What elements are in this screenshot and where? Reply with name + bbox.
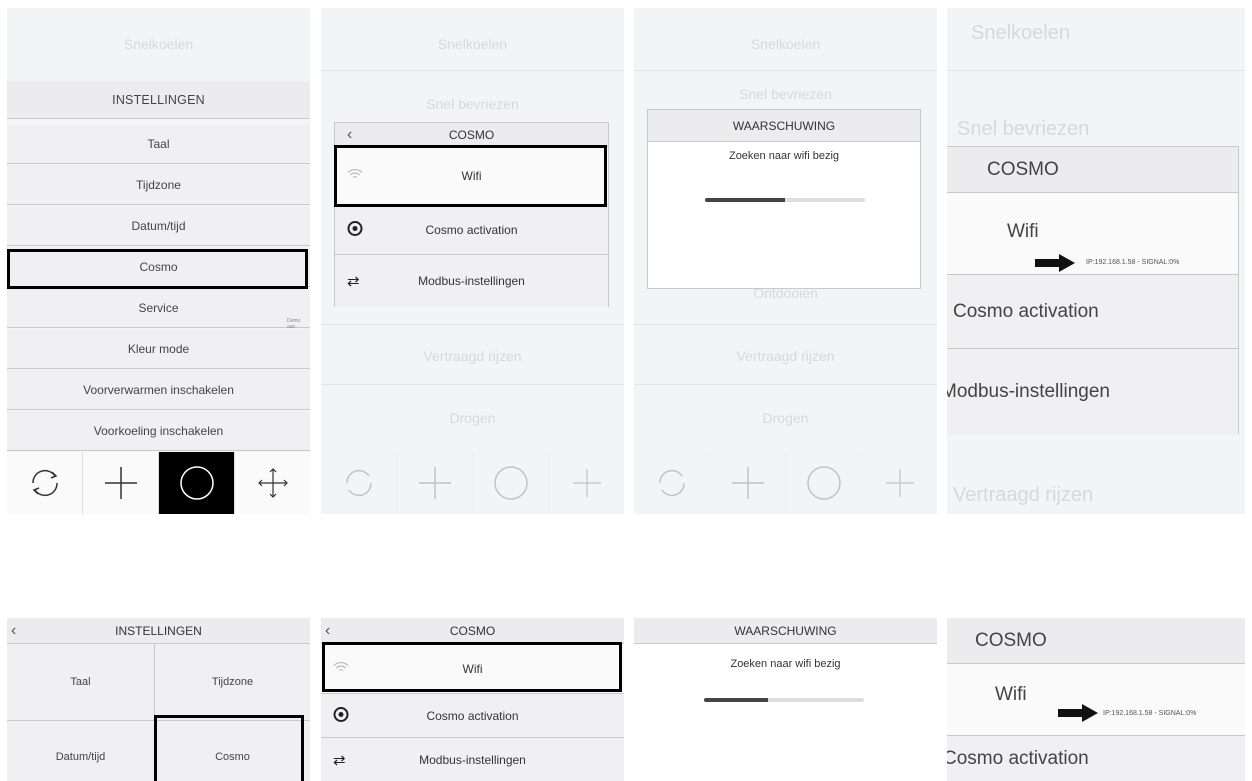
arrow-right-icon [1058, 704, 1098, 722]
warning-dialog: WAARSCHUWING Zoeken naar wifi bezig [647, 109, 921, 289]
panel-wifi-search-closeup: WAARSCHUWING Zoeken naar wifi bezig [634, 618, 937, 781]
plus-icon [397, 452, 473, 514]
modbus-label-zoomed: Modbus-instellingen [947, 381, 1110, 402]
faded-item: Snelkoelen [437, 36, 508, 52]
plus-icon [710, 452, 786, 514]
progress-fill [705, 198, 785, 202]
panel-settings-menu: Snelkoelen INSTELLINGEN Taal Tijdzone Da… [7, 8, 310, 514]
grid-cell-taal[interactable]: Taal [7, 644, 155, 721]
circle-icon[interactable] [159, 452, 235, 514]
cosmo-dialog-header: ‹ COSMO [335, 123, 608, 147]
panel-settings-grid: ‹ INSTELLINGEN Taal Tijdzone Datum/tijd … [7, 618, 310, 781]
panel-cosmo-zoomed-closeup: COSMO Wifi Cosmo activation IP:192.168.1… [947, 618, 1245, 781]
modbus-item[interactable]: ⇄ Modbus-instellingen [335, 255, 608, 307]
wifi-label-zoomed: Wifi [995, 684, 1027, 705]
settings-grid-title: INSTELLINGEN [115, 623, 202, 638]
cosmo-dialog-zoomed: COSMO Wifi Cosmo activation Modbus-inste… [947, 146, 1239, 435]
back-chevron-icon[interactable]: ‹ [347, 126, 352, 144]
progress-bar [705, 198, 865, 202]
progress-fill [704, 698, 768, 702]
refresh-icon [634, 452, 710, 514]
move-icon [862, 452, 937, 514]
grid-cell-tijdzone[interactable]: Tijdzone [155, 644, 310, 721]
circle-icon [786, 452, 862, 514]
menu-item-voorkoeling[interactable]: Voorkoeling inschakelen [7, 411, 310, 451]
cosmo-activation-label: Cosmo activation [426, 708, 519, 723]
menu-item-tijdzone[interactable]: Tijdzone [7, 165, 310, 205]
cosmo-highlight-box [154, 715, 304, 781]
bottom-toolbar [634, 452, 937, 514]
menu-item-taal[interactable]: Taal [7, 125, 310, 164]
modbus-label: Modbus-instellingen [418, 274, 525, 288]
cosmo-closeup-header: ‹ COSMO [321, 618, 624, 644]
cosmo-activation-item[interactable]: Cosmo activation [321, 694, 624, 738]
cosmo-title: COSMO [448, 127, 495, 142]
faded-snelkoelen: Snelkoelen [123, 36, 194, 52]
faded-item: Snel bevriezen [739, 86, 832, 102]
faded-item: Snelkoelen [971, 22, 1070, 44]
move-icon[interactable] [235, 452, 310, 514]
refresh-icon [321, 452, 397, 514]
grid-cell-datum-tijd[interactable]: Datum/tijd [7, 721, 155, 781]
bottom-toolbar [7, 452, 310, 514]
wifi-item-zoomed[interactable]: Wifi [947, 664, 1245, 736]
swap-arrows-icon: ⇄ [333, 751, 346, 769]
back-chevron-icon[interactable]: ‹ [325, 622, 330, 640]
move-icon [549, 452, 624, 514]
faded-item: Vertraagd rijzen [953, 484, 1094, 506]
menu-item-service[interactable]: Service [7, 288, 310, 328]
panel-cosmo-zoomed: Snelkoelen Snel bevriezen Vertraagd rijz… [947, 8, 1245, 514]
faded-item: Drogen [762, 410, 809, 426]
faded-item: Drogen [449, 410, 496, 426]
arrow-right-icon [1035, 254, 1075, 272]
ip-signal-info: IP:192.168.1.58 - SIGNAL:0% [1103, 710, 1197, 717]
cosmo-activation-item-zoomed[interactable]: Cosmo activation [947, 736, 1245, 781]
panel-cosmo-menu-closeup: ‹ COSMO Wifi Cosmo activation ⇄ Modbus-i… [321, 618, 624, 781]
panel-cosmo-menu: Snelkoelen Snel bevriezen Vertraagd rijz… [321, 8, 624, 514]
refresh-icon[interactable] [7, 452, 83, 514]
cosmo-logo-icon [333, 706, 349, 725]
cosmo-activation-label-zoomed: Cosmo activation [953, 300, 1099, 322]
wifi-label-zoomed: Wifi [1007, 221, 1039, 242]
menu-item-kleur-mode[interactable]: Kleur mode [7, 329, 310, 369]
cosmo-activation-label-zoomed: Cosmo activation [947, 747, 1089, 769]
menu-item-voorverwarmen[interactable]: Voorverwarmen inschakelen [7, 370, 310, 410]
progress-bar [704, 698, 864, 702]
warning-closeup-header: WAARSCHUWING [634, 618, 937, 644]
swap-arrows-icon: ⇄ [347, 273, 360, 290]
bottom-toolbar [321, 452, 624, 514]
faded-item: Vertraagd rijzen [423, 348, 522, 364]
cosmo-title-zoomed: COSMO [947, 147, 1238, 193]
settings-grid-header: ‹ INSTELLINGEN [7, 618, 310, 644]
cosmo-activation-label: Cosmo activation [425, 222, 518, 237]
modbus-item-zoomed[interactable]: Modbus-instellingen [947, 349, 1238, 435]
faded-item: Vertraagd rijzen [736, 348, 835, 364]
wifi-highlight-box [322, 642, 622, 692]
modbus-label: Modbus-instellingen [419, 752, 526, 767]
cosmo-logo-icon [347, 220, 363, 239]
circle-icon [473, 452, 549, 514]
wifi-highlight-box [334, 145, 607, 207]
faded-item: Snel bevriezen [957, 118, 1090, 140]
cosmo-highlight-box [7, 249, 308, 289]
warning-dialog-header: WAARSCHUWING [648, 110, 920, 142]
warning-closeup-message: Zoeken naar wifi bezig [730, 658, 841, 670]
ip-signal-info: IP:192.168.1.58 - SIGNAL:0% [1086, 259, 1180, 266]
cosmo-title-zoomed: COSMO [947, 618, 1245, 664]
cosmo-activation-item-zoomed[interactable]: Cosmo activation [947, 275, 1238, 349]
panel-wifi-search: Snelkoelen Snel bevriezen Ontdooien Vert… [634, 8, 937, 514]
modbus-item[interactable]: ⇄ Modbus-instellingen [321, 738, 624, 781]
warning-message: Zoeken naar wifi bezig [728, 150, 840, 162]
cosmo-activation-item[interactable]: Cosmo activation [335, 205, 608, 255]
faded-item: Snel bevriezen [426, 96, 519, 112]
settings-header: INSTELLINGEN [7, 81, 310, 119]
plus-icon[interactable] [83, 452, 159, 514]
back-chevron-icon[interactable]: ‹ [11, 622, 16, 640]
cosmo-closeup-title: COSMO [449, 623, 496, 638]
menu-item-datum-tijd[interactable]: Datum/tijd [7, 206, 310, 246]
faded-item: Snelkoelen [750, 36, 821, 52]
